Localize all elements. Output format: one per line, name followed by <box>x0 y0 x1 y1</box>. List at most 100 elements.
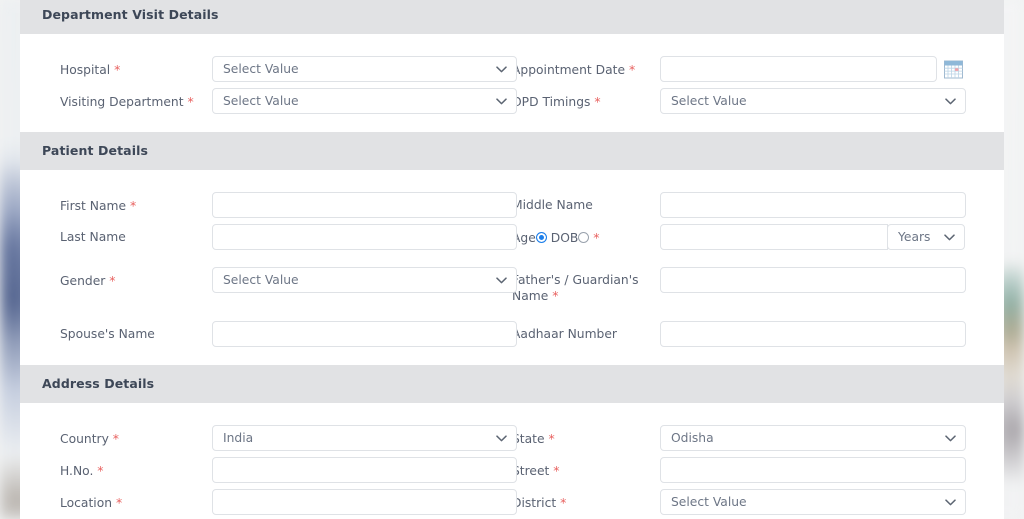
label-hno-text: H.No. <box>60 464 94 478</box>
label-middle-name: Middle Name <box>512 198 593 212</box>
form-row-gender-father-guardian: Gender * Select Value Father's / Guardia… <box>20 267 1004 304</box>
age-unit-select-value: Years <box>898 230 931 244</box>
form-row-hospital-appointment-date: Hospital * Select Value Appointment Date… <box>20 56 1004 82</box>
required-asterisk: * <box>553 463 560 478</box>
field-group-opd-timings: OPD Timings * Select Value <box>512 88 1004 114</box>
label-hospital-text: Hospital <box>60 63 111 77</box>
section-department-visit-details: Department Visit Details Hospital * Sele… <box>20 0 1004 132</box>
control-street <box>660 457 966 483</box>
field-group-district: District * Select Value <box>512 489 1004 515</box>
district-select[interactable]: Select Value <box>660 489 966 515</box>
control-spouse-name <box>212 321 517 347</box>
opd-timings-select-value: Select Value <box>671 94 747 108</box>
street-input[interactable] <box>660 457 966 483</box>
label-first-name: First Name * <box>60 192 212 214</box>
control-appointment-date <box>660 56 966 82</box>
hno-input[interactable] <box>212 457 517 483</box>
chevron-down-icon <box>945 89 956 113</box>
label-street: Street * <box>512 457 660 479</box>
form-row-last-name-age-dob: Last Name Age DOB * Years <box>20 224 1004 250</box>
gender-select-value: Select Value <box>223 273 299 287</box>
middle-name-input[interactable] <box>660 192 966 218</box>
label-street-text: Street <box>512 464 550 478</box>
label-dob-text: DOB <box>550 231 579 245</box>
field-group-country: Country * India <box>20 425 517 451</box>
control-opd-timings: Select Value <box>660 88 966 114</box>
control-country: India <box>212 425 517 451</box>
visiting-department-select-value: Select Value <box>223 94 299 108</box>
field-group-aadhaar-number: Aadhaar Number <box>512 321 1004 347</box>
registration-form: Department Visit Details Hospital * Sele… <box>20 0 1004 519</box>
field-group-appointment-date: Appointment Date * <box>512 56 1004 82</box>
state-select[interactable]: Odisha <box>660 425 966 451</box>
first-name-input[interactable] <box>212 192 517 218</box>
aadhaar-number-input[interactable] <box>660 321 966 347</box>
country-select[interactable]: India <box>212 425 517 451</box>
required-asterisk: * <box>97 463 104 478</box>
appointment-date-input[interactable] <box>660 56 937 82</box>
label-state: State * <box>512 425 660 447</box>
last-name-input[interactable] <box>212 224 517 250</box>
calendar-icon[interactable] <box>943 59 964 80</box>
location-input[interactable] <box>212 489 517 515</box>
label-district-text: District <box>512 496 557 510</box>
district-select-value: Select Value <box>671 495 747 509</box>
opd-timings-select[interactable]: Select Value <box>660 88 966 114</box>
label-first-name-text: First Name <box>60 199 127 213</box>
form-row-location-district: Location * District * Select Value <box>20 489 1004 515</box>
appointment-registration-page: Department Visit Details Hospital * Sele… <box>0 0 1024 519</box>
field-group-father-guardian-name: Father's / Guardian's Name * <box>512 267 1004 304</box>
field-group-location: Location * <box>20 489 517 515</box>
row-spacer <box>20 304 1004 321</box>
age-input-group: Years <box>660 224 966 250</box>
control-district: Select Value <box>660 489 966 515</box>
section-patient-details: Patient Details First Name * Middle Name <box>20 132 1004 365</box>
chevron-down-icon <box>496 89 507 113</box>
spouse-name-input[interactable] <box>212 321 517 347</box>
field-group-hno: H.No. * <box>20 457 517 483</box>
age-radio[interactable] <box>535 232 547 243</box>
hospital-select-value: Select Value <box>223 62 299 76</box>
label-location-text: Location <box>60 496 113 510</box>
control-aadhaar-number <box>660 321 966 347</box>
field-group-middle-name: Middle Name <box>512 192 1004 218</box>
label-spouse-name: Spouse's Name <box>60 327 155 341</box>
label-location: Location * <box>60 489 212 511</box>
label-gender-text: Gender <box>60 274 106 288</box>
label-visiting-department-text: Visiting Department <box>60 95 184 109</box>
form-row-first-middle-name: First Name * Middle Name <box>20 192 1004 218</box>
required-asterisk: * <box>628 62 636 77</box>
required-asterisk: * <box>187 94 194 109</box>
visiting-department-select[interactable]: Select Value <box>212 88 517 114</box>
label-appointment-date: Appointment Date * <box>512 56 660 78</box>
required-asterisk: * <box>560 495 567 510</box>
required-asterisk: * <box>115 495 123 510</box>
row-spacer <box>20 250 1004 267</box>
field-group-last-name: Last Name <box>20 224 517 250</box>
form-row-country-state: Country * India State * Odisha <box>20 425 1004 451</box>
section-body-address-details: Country * India State * Odisha H.No. * S… <box>20 403 1004 519</box>
section-body-department-visit-details: Hospital * Select Value Appointment Date… <box>20 34 1004 132</box>
country-select-value: India <box>223 431 254 445</box>
required-asterisk: * <box>594 94 601 109</box>
label-district: District * <box>512 489 660 511</box>
chevron-down-icon <box>496 57 507 81</box>
age-value-input[interactable] <box>660 224 888 250</box>
section-header-patient-details: Patient Details <box>20 132 1004 170</box>
label-father-guardian-name: Father's / Guardian's Name * <box>512 267 660 304</box>
control-hospital: Select Value <box>212 56 517 82</box>
control-state: Odisha <box>660 425 966 451</box>
label-hno: H.No. * <box>60 457 212 479</box>
hospital-select[interactable]: Select Value <box>212 56 517 82</box>
age-unit-select[interactable]: Years <box>887 224 965 250</box>
required-asterisk: * <box>130 198 137 213</box>
label-age-dob: Age DOB * <box>512 224 660 246</box>
label-country-text: Country <box>60 432 109 446</box>
father-guardian-name-input[interactable] <box>660 267 966 293</box>
gender-select[interactable]: Select Value <box>212 267 517 293</box>
form-row-visiting-department-opd-timings: Visiting Department * Select Value OPD T… <box>20 88 1004 114</box>
dob-radio[interactable] <box>578 232 590 243</box>
label-last-name: Last Name <box>60 230 126 244</box>
state-select-value: Odisha <box>671 431 714 445</box>
chevron-down-icon <box>944 225 955 249</box>
